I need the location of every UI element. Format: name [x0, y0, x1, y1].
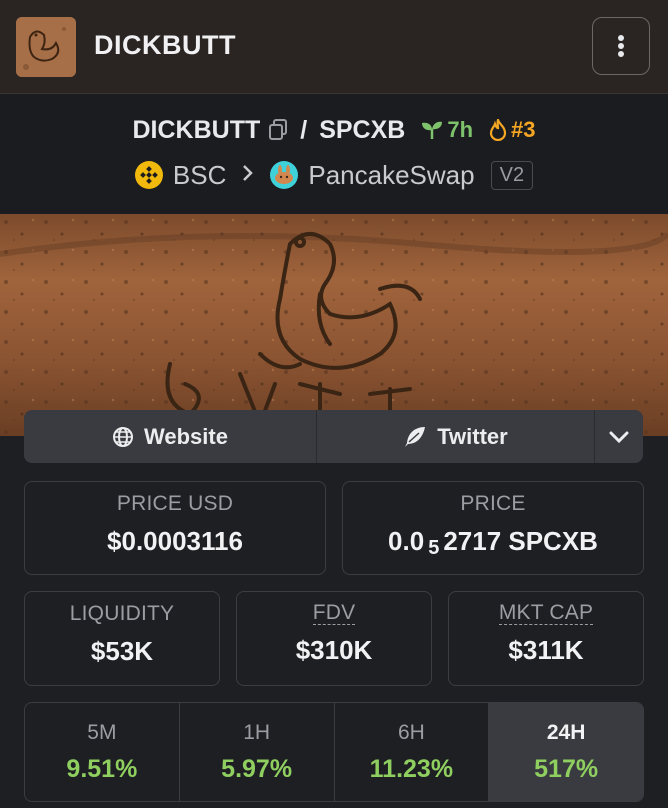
fdv-label[interactable]: FDV — [312, 602, 356, 625]
website-label: Website — [144, 423, 228, 449]
price-change-tabs: 5M 9.51% 1H 5.97% 6H 11.23% 24H 517% — [24, 702, 644, 802]
token-logo — [16, 17, 76, 77]
base-token: DICKBUTT — [132, 115, 261, 144]
chain-line: BSC PancakeSwap V2 — [0, 156, 668, 194]
market-cap-value: $311K — [508, 635, 584, 665]
sprout-icon — [422, 121, 443, 139]
price-native-zero-count: 5 — [428, 537, 440, 559]
dex-name[interactable]: PancakeSwap — [308, 160, 474, 191]
price-usd-label: PRICE USD — [116, 492, 234, 515]
price-native-prefix: 0.0 — [388, 526, 425, 556]
feather-icon — [405, 426, 426, 447]
token-title: DICKBUTT — [94, 30, 236, 60]
chevron-down-icon — [609, 431, 629, 443]
tab-5m-change: 9.51% — [66, 755, 138, 783]
pair-age-text: 7h — [447, 117, 474, 142]
chevron-right-icon — [242, 161, 254, 189]
tab-24h-change: 517% — [534, 755, 599, 783]
tab-1h-label: 1H — [243, 721, 271, 744]
pancakeswap-icon — [270, 161, 299, 189]
price-usd-card: PRICE USD $0.0003116 — [24, 481, 326, 575]
market-cap-card: MKT CAP $311K — [448, 591, 644, 686]
fdv-value: $310K — [295, 635, 373, 665]
flame-icon — [489, 119, 507, 141]
dex-version-badge: V2 — [490, 160, 534, 190]
twitter-button[interactable]: Twitter — [317, 410, 595, 463]
pair-info: DICKBUTT / SPCXB 7h #3 BSC PancakeSwap V… — [0, 94, 668, 214]
tab-1h[interactable]: 1H 5.97% — [180, 703, 335, 801]
chain-name[interactable]: BSC — [173, 160, 226, 191]
trending-rank-text: #3 — [511, 117, 536, 142]
liquidity-value: $53K — [90, 636, 154, 666]
vertical-ellipsis-icon — [618, 35, 624, 57]
twitter-label: Twitter — [437, 423, 508, 449]
links-bar: Website Twitter — [24, 410, 643, 463]
menu-button[interactable] — [592, 17, 650, 75]
tab-24h-label: 24H — [546, 721, 586, 744]
website-button[interactable]: Website — [24, 410, 317, 463]
price-native-label: PRICE — [460, 492, 526, 515]
header: DICKBUTT — [0, 0, 668, 94]
globe-icon — [113, 426, 134, 447]
tab-1h-change: 5.97% — [221, 755, 293, 783]
quote-token: SPCXB — [319, 115, 406, 144]
price-native-rest: 2717 SPCXB — [443, 526, 598, 556]
pair-age: 7h — [421, 117, 473, 143]
pair-line: DICKBUTT / SPCXB 7h #3 — [0, 112, 668, 148]
price-native-card: PRICE 0.0 5 2717 SPCXB — [342, 481, 644, 575]
liquidity-card: LIQUIDITY $53K — [24, 591, 220, 686]
price-native-value: 0.0 5 2717 SPCXB — [388, 526, 598, 560]
liquidity-label: LIQUIDITY — [69, 602, 175, 625]
tab-24h[interactable]: 24H 517% — [489, 703, 643, 801]
token-banner-image — [0, 214, 668, 436]
market-cap-label[interactable]: MKT CAP — [498, 602, 594, 625]
copy-icon[interactable] — [268, 119, 288, 141]
tab-5m-label: 5M — [87, 721, 117, 744]
fdv-card: FDV $310K — [236, 591, 432, 686]
tab-6h[interactable]: 6H 11.23% — [335, 703, 490, 801]
tab-6h-label: 6H — [397, 721, 425, 744]
price-usd-value: $0.0003116 — [107, 526, 243, 556]
tab-5m[interactable]: 5M 9.51% — [25, 703, 180, 801]
more-links-button[interactable] — [595, 410, 643, 463]
pair-separator: / — [300, 115, 308, 144]
bnb-chain-icon — [134, 161, 163, 189]
tab-6h-change: 11.23% — [369, 755, 454, 783]
trending-rank[interactable]: #3 — [489, 117, 536, 143]
